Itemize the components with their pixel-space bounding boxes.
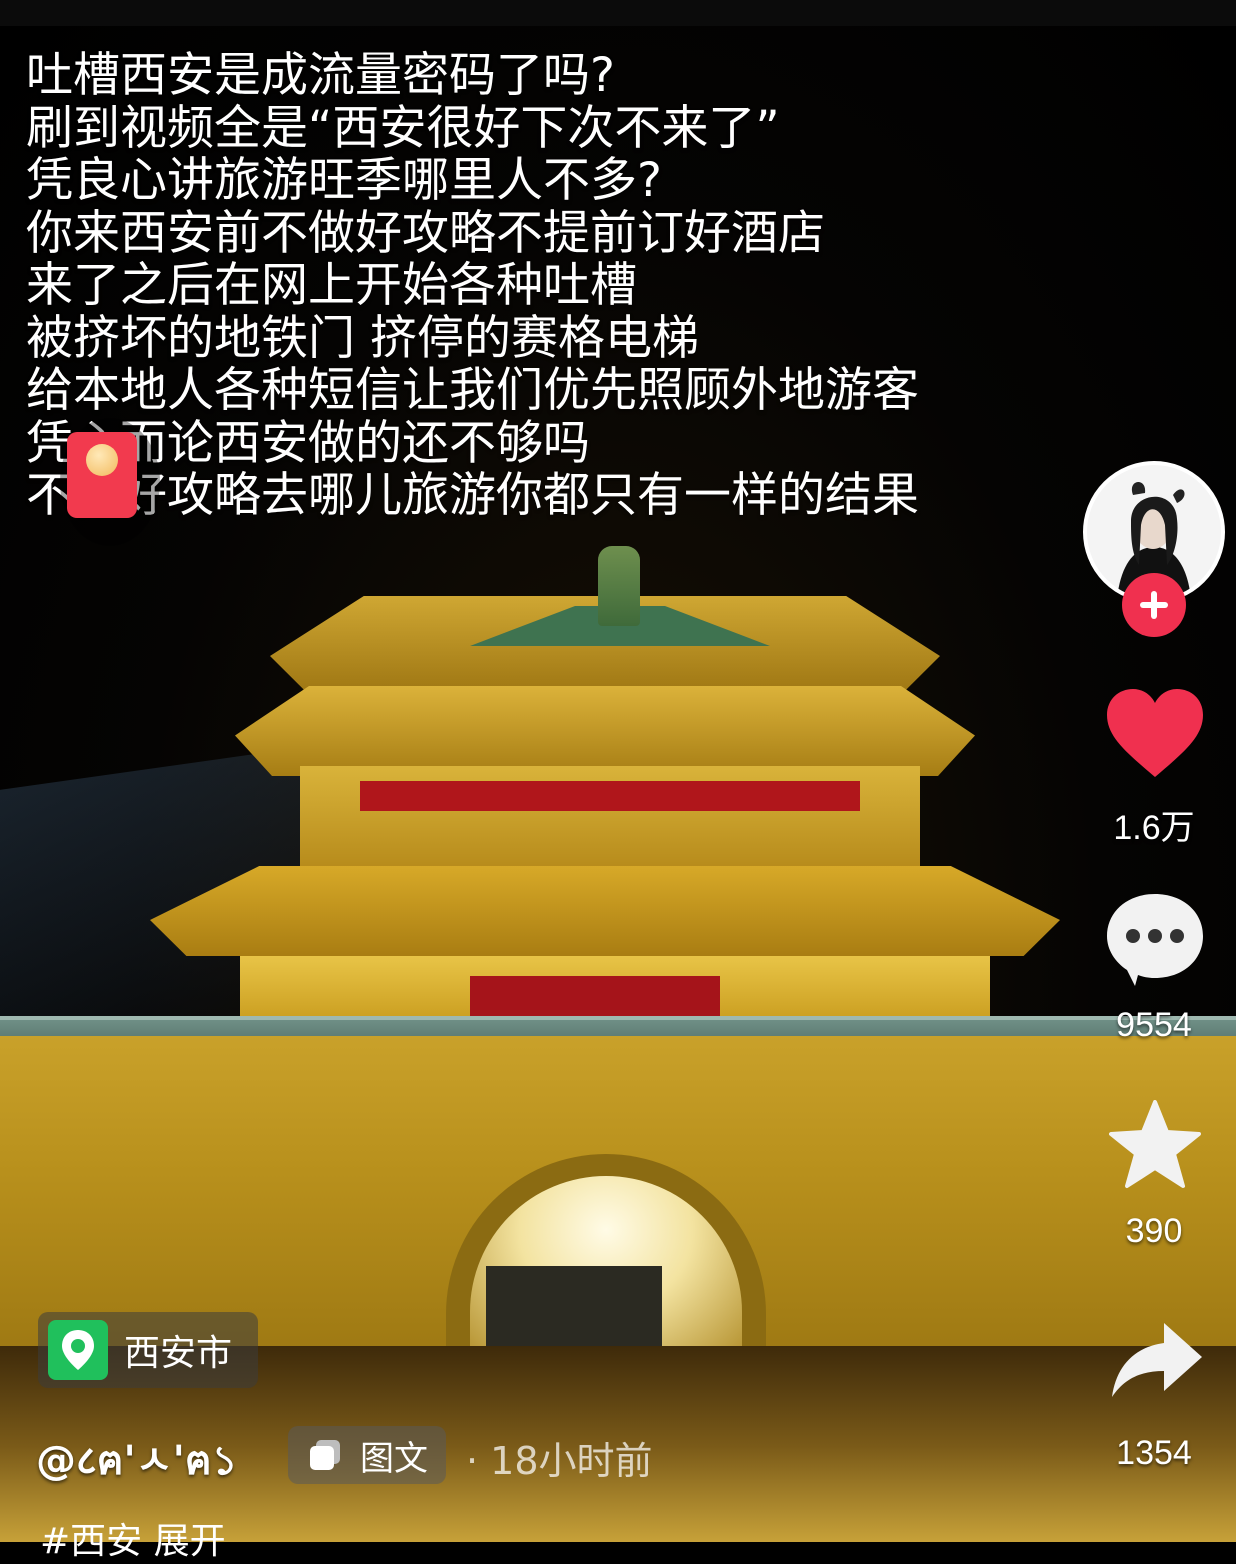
caption-line: 刷到视频全是“西安很好下次不来了”	[26, 100, 780, 156]
bell-tower-red-windows	[360, 781, 860, 811]
favorite-button[interactable]	[1108, 1098, 1202, 1192]
post-caption: 吐槽西安是成流量密码了吗? 刷到视频全是“西安很好下次不来了” 凭良心讲旅游旺季…	[26, 48, 1066, 523]
caption-line: 不做好攻略去哪儿旅游你都只有一样的结果	[26, 468, 919, 523]
post-type-label: 图文	[360, 1438, 428, 1479]
caption-line: 你来西安前不做好攻略不提前订好酒店	[26, 205, 825, 261]
bell-tower-finial	[598, 546, 640, 626]
share-count: 1354	[1116, 1434, 1192, 1472]
share-button[interactable]	[1110, 1320, 1204, 1400]
comment-count: 9554	[1116, 1006, 1192, 1044]
post-type-chip[interactable]: 图文	[288, 1426, 446, 1484]
follow-button[interactable]	[1122, 573, 1186, 637]
share-arrow-icon	[1112, 1323, 1202, 1397]
location-name: 西安市	[124, 1333, 233, 1374]
caption-line: 凭良心讲旅游旺季哪里人不多?	[26, 153, 662, 208]
bell-tower-middle-roof	[235, 686, 975, 776]
map-pin-icon	[48, 1320, 108, 1380]
location-chip[interactable]: 西安市	[38, 1312, 258, 1388]
caption-line: 给本地人各种短信让我们优先照顾外地游客	[26, 363, 919, 418]
favorite-count: 390	[1125, 1212, 1183, 1250]
tunnel-gate	[486, 1266, 662, 1350]
caption-line: 吐槽西安是成流量密码了吗?	[26, 48, 615, 103]
post-tags[interactable]: #西安 展开	[40, 1512, 226, 1564]
bell-tower-lower-roof	[150, 866, 1060, 956]
comment-icon	[1107, 894, 1203, 986]
author-handle[interactable]: @८ฅ'ㅅ'ฅ১	[36, 1428, 238, 1496]
caption-line: 来了之后在网上开始各种吐槽	[26, 258, 637, 313]
like-button[interactable]	[1104, 688, 1206, 780]
post-time: · 18小时前	[466, 1439, 653, 1483]
status-bar	[0, 0, 1236, 26]
caption-line: 凭心而论西安做的还不够吗	[26, 415, 590, 471]
plus-icon	[1140, 591, 1168, 619]
image-text-icon	[310, 1440, 340, 1470]
red-packet-seal	[86, 444, 118, 476]
like-count: 1.6万	[1113, 809, 1195, 847]
comment-button[interactable]	[1104, 892, 1206, 988]
caption-line: 被挤坏的地铁门 挤停的赛格电梯	[26, 310, 699, 366]
star-icon	[1109, 1100, 1201, 1188]
heart-icon	[1107, 689, 1203, 777]
